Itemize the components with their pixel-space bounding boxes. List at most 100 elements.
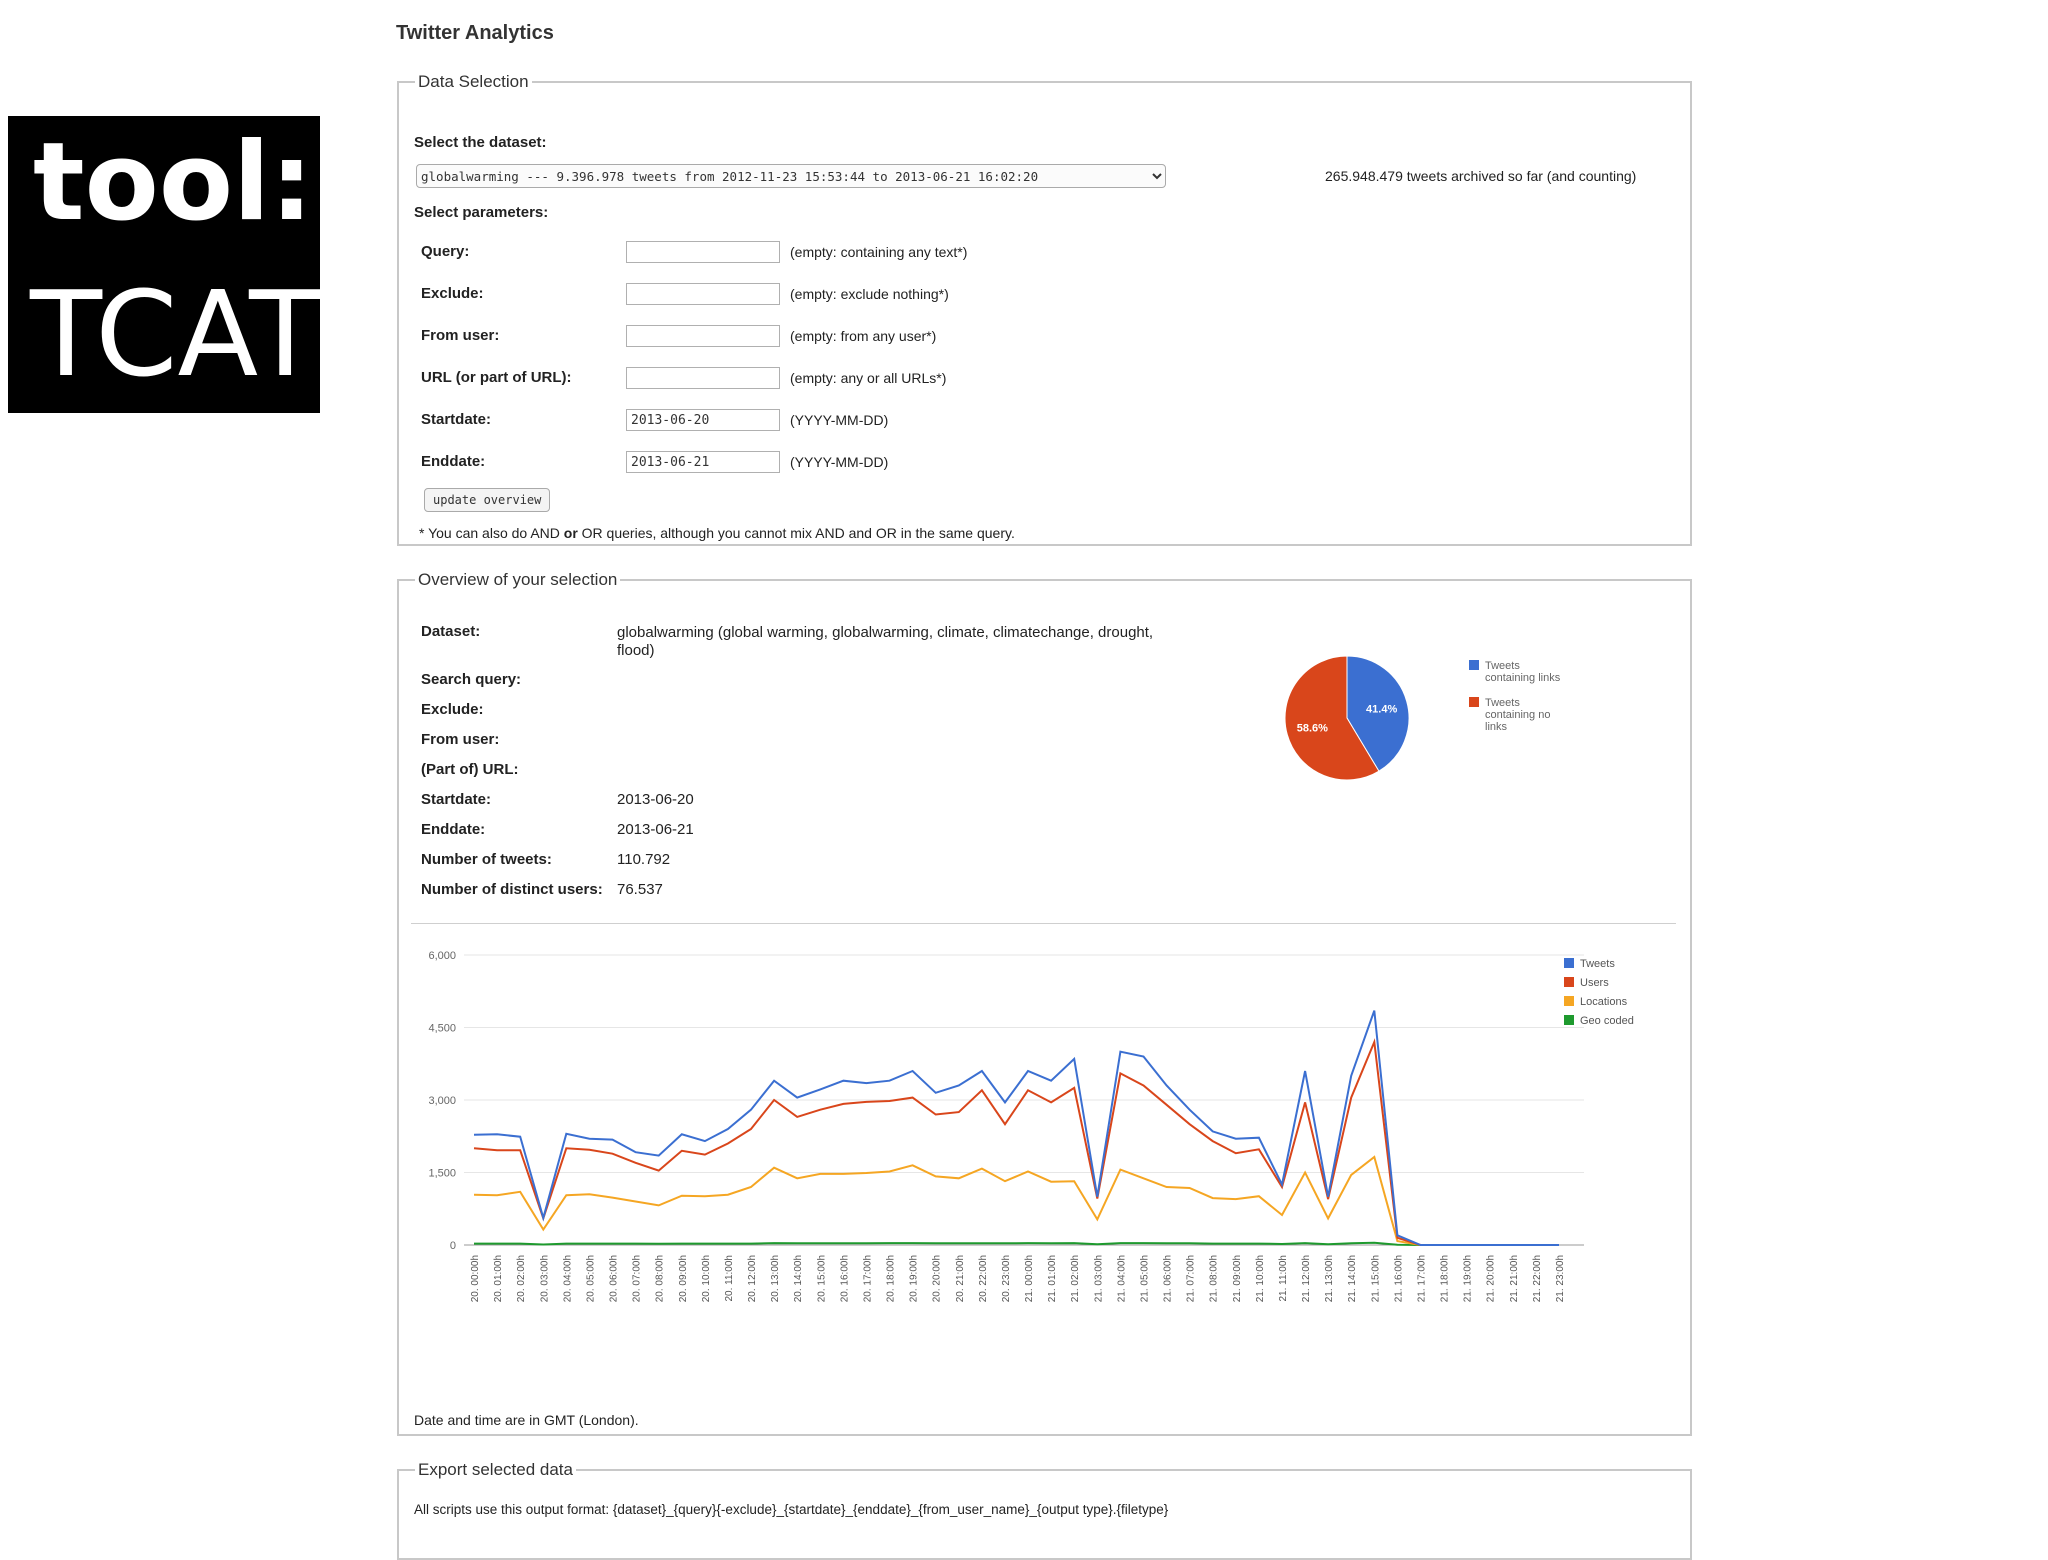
- x-tick-label-14: 20. 14:00h: [793, 1255, 804, 1302]
- overview-enddate-value: 2013-06-21: [617, 821, 694, 838]
- x-tick-label-8: 20. 08:00h: [655, 1255, 666, 1302]
- x-tick-label-10: 20. 10:00h: [701, 1255, 712, 1302]
- exclude-input[interactable]: [626, 283, 780, 305]
- pie-legend-swatch-2: [1469, 697, 1479, 707]
- select-dataset-label: Select the dataset:: [414, 134, 547, 151]
- overview-legend: Overview of your selection: [418, 570, 618, 589]
- from-user-input[interactable]: [626, 325, 780, 347]
- x-tick-label-43: 21. 19:00h: [1463, 1255, 1474, 1302]
- x-tick-label-26: 21. 02:00h: [1070, 1255, 1081, 1302]
- x-tick-label-28: 21. 04:00h: [1116, 1255, 1127, 1302]
- tweets-over-time-line-chart: 0 1,500 3,000 4,500 6,000 20. 00:00h 20. 01:00…: [428, 950, 1634, 1302]
- data-selection-panel: Data Selection Select the dataset: globa…: [397, 72, 1692, 546]
- x-tick-label-46: 21. 22:00h: [1532, 1255, 1543, 1302]
- x-tick-label-17: 20. 17:00h: [862, 1255, 873, 1302]
- y-tick-label-3: 4,500: [428, 1023, 456, 1035]
- x-tick-label-29: 21. 05:00h: [1139, 1255, 1150, 1302]
- line-legend-label-2: Users: [1580, 977, 1609, 989]
- x-tick-label-3: 20. 03:00h: [539, 1255, 550, 1302]
- x-tick-label-33: 21. 09:00h: [1232, 1255, 1243, 1302]
- startdate-label: Startdate:: [421, 411, 492, 428]
- overview-startdate-value: 2013-06-20: [617, 791, 694, 808]
- line-legend-label-4: Geo coded: [1580, 1015, 1634, 1027]
- overview-panel: Overview of your selection Dataset: glob…: [397, 570, 1692, 1436]
- exclude-hint: (empty: exclude nothing*): [790, 286, 949, 302]
- overview-search-query-label: Search query:: [421, 671, 522, 688]
- query-hint: (empty: containing any text*): [790, 244, 968, 260]
- x-tick-label-7: 20. 07:00h: [632, 1255, 643, 1302]
- line-legend-label-3: Locations: [1580, 996, 1628, 1008]
- query-footnote: * You can also do AND or OR queries, alt…: [419, 525, 1015, 541]
- line-legend-swatch-1: [1564, 958, 1574, 968]
- overview-from-user-label: From user:: [421, 731, 500, 748]
- x-tick-label-47: 21. 23:00h: [1555, 1255, 1566, 1302]
- data-selection-legend: Data Selection: [418, 72, 529, 91]
- x-tick-label-31: 21. 07:00h: [1186, 1255, 1197, 1302]
- x-tick-label-38: 21. 14:00h: [1347, 1255, 1358, 1302]
- x-tick-label-20: 20. 20:00h: [932, 1255, 943, 1302]
- startdate-input[interactable]: [626, 409, 780, 431]
- exclude-label: Exclude:: [421, 285, 484, 302]
- overview-tweet-count-label: Number of tweets:: [421, 851, 552, 868]
- from-user-hint: (empty: from any user*): [790, 328, 937, 344]
- query-footnote-part-1: * You can also do AND: [419, 525, 564, 541]
- x-tick-label-4: 20. 04:00h: [562, 1255, 573, 1302]
- overview-user-count-label: Number of distinct users:: [421, 881, 603, 898]
- line-legend-swatch-3: [1564, 996, 1574, 1006]
- x-tick-label-35: 21. 11:00h: [1278, 1255, 1289, 1302]
- series-line-tweets: [473, 1010, 1559, 1246]
- x-tick-label-9: 20. 09:00h: [678, 1255, 689, 1302]
- x-tick-label-11: 20. 11:00h: [724, 1255, 735, 1302]
- update-overview-button[interactable]: update overview: [424, 488, 551, 512]
- export-panel: Export selected data All scripts use thi…: [397, 1460, 1692, 1560]
- x-tick-label-42: 21. 18:00h: [1440, 1255, 1451, 1302]
- overview-startdate-label: Startdate:: [421, 791, 492, 808]
- query-label: Query:: [421, 243, 470, 260]
- y-tick-label-1: 1,500: [428, 1168, 456, 1180]
- line-legend-swatch-4: [1564, 1015, 1574, 1025]
- from-user-label: From user:: [421, 327, 500, 344]
- x-tick-label-36: 21. 12:00h: [1301, 1255, 1312, 1302]
- enddate-input[interactable]: [626, 451, 780, 473]
- query-footnote-or: or: [563, 525, 578, 541]
- x-tick-label-12: 20. 12:00h: [747, 1255, 758, 1302]
- x-tick-label-30: 21. 06:00h: [1163, 1255, 1174, 1302]
- pie-slice-label-1: 41.4%: [1366, 703, 1397, 715]
- x-tick-label-44: 21. 20:00h: [1486, 1255, 1497, 1302]
- x-tick-label-21: 20. 21:00h: [955, 1255, 966, 1302]
- enddate-hint: (YYYY-MM-DD): [790, 454, 889, 470]
- x-tick-label-41: 21. 17:00h: [1416, 1255, 1427, 1302]
- overview-user-count-value: 76.537: [617, 881, 663, 898]
- url-input[interactable]: [626, 367, 780, 389]
- x-tick-label-32: 21. 08:00h: [1209, 1255, 1220, 1302]
- x-tick-label-5: 20. 05:00h: [585, 1255, 596, 1302]
- x-tick-label-19: 20. 19:00h: [909, 1255, 920, 1302]
- x-tick-label-6: 20. 06:00h: [609, 1255, 620, 1302]
- overview-dataset-label: Dataset:: [421, 623, 481, 640]
- url-label: URL (or part of URL):: [421, 369, 572, 386]
- badge-line-2: TCAT: [30, 265, 322, 403]
- dataset-select[interactable]: globalwarming --- 9.396.978 tweets from …: [416, 164, 1166, 188]
- x-tick-label-40: 21. 16:00h: [1393, 1255, 1404, 1302]
- overview-divider: [411, 923, 1676, 924]
- tool-badge: tool: TCAT: [8, 116, 322, 413]
- query-footnote-part-2: OR queries, although you cannot mix AND …: [577, 525, 1015, 541]
- query-input[interactable]: [626, 241, 780, 263]
- startdate-hint: (YYYY-MM-DD): [790, 412, 889, 428]
- x-tick-label-16: 20. 16:00h: [839, 1255, 850, 1302]
- x-tick-label-39: 21. 15:00h: [1370, 1255, 1381, 1302]
- archived-count-note: 265.948.479 tweets archived so far (and …: [1325, 168, 1637, 184]
- timezone-note: Date and time are in GMT (London).: [414, 1412, 639, 1428]
- enddate-label: Enddate:: [421, 453, 486, 470]
- line-legend-swatch-2: [1564, 977, 1574, 987]
- y-tick-label-2: 3,000: [428, 1095, 456, 1107]
- x-tick-label-24: 21. 00:00h: [1024, 1255, 1035, 1302]
- url-hint: (empty: any or all URLs*): [790, 370, 947, 386]
- x-tick-label-2: 20. 02:00h: [516, 1255, 527, 1302]
- select-parameters-label: Select parameters:: [414, 204, 549, 221]
- x-tick-label-22: 20. 22:00h: [978, 1255, 989, 1302]
- export-format-note: All scripts use this output format: {dat…: [414, 1502, 1169, 1517]
- overview-dataset-value: globalwarming (global warming, globalwar…: [617, 624, 1154, 659]
- pie-slice-label-2: 58.6%: [1297, 723, 1328, 735]
- x-tick-label-37: 21. 13:00h: [1324, 1255, 1335, 1302]
